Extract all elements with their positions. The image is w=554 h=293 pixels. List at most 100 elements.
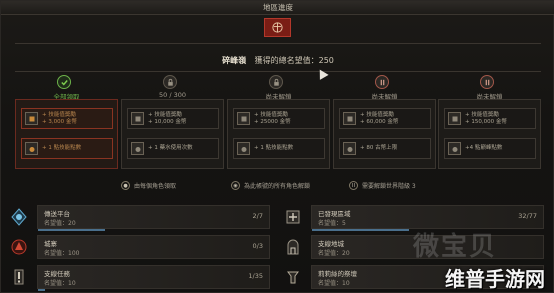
potion-icon — [131, 142, 144, 155]
legend-text: 需要解鎖世界階級 3 — [362, 183, 416, 190]
tier-5[interactable]: 尚未解鎖 + 技能值獎勵 + 150,000 金幣 +4 點巔峰點數 — [438, 75, 541, 169]
tier-reward-box: + 技能值獎勵 + 10,000 金幣 + 1 藥水使用次數 — [121, 99, 224, 169]
lock-icon — [269, 75, 283, 89]
reward-text: + 技能值獎勵 + 25000 金幣 — [254, 111, 291, 125]
region-progress-screen: 地區進度 碎峰嶺 獲得的總名望值：250 全部領取 + 技能值獎勵 + 3,00… — [0, 0, 554, 293]
activity-renown: 名望值：100 — [44, 250, 80, 257]
site-logo: 维普手游网 — [445, 267, 545, 291]
legend-note: ◉ 為此帳號的所有角色解鎖 — [231, 181, 310, 190]
potion-icon — [25, 142, 38, 155]
tier-reward-box: + 技能值獎勵 + 150,000 金幣 +4 點巔峰點數 — [438, 99, 541, 169]
reward-item[interactable]: + 1 點技能點數 — [21, 138, 113, 159]
tier-reward-box: + 技能值獎勵 + 25000 金幣 + 1 點技能點數 — [227, 99, 330, 169]
roman-two-icon: II — [349, 181, 358, 190]
account-icon: ◉ — [231, 181, 240, 190]
character-icon: ● — [121, 181, 130, 190]
potion-icon — [448, 142, 461, 155]
quest-icon — [7, 265, 31, 289]
tier-3[interactable]: 尚未解鎖 + 技能值獎勵 + 25000 金幣 + 1 點技能點數 — [227, 75, 330, 169]
reward-item[interactable]: + 技能值獎勵 + 60,000 金幣 — [339, 108, 431, 129]
reward-item[interactable]: + 技能值獎勵 + 25000 金幣 — [233, 108, 325, 129]
activity-title: 支線地城 — [318, 240, 344, 248]
activity-title: 支線任務 — [44, 270, 70, 278]
renown-tiers: 全部領取 + 技能值獎勵 + 3,000 金幣 + 1 點技能點數 50 / 3… — [15, 75, 541, 169]
reward-text: + 1 點技能點數 — [42, 145, 82, 151]
activity-title: 城寨 — [44, 240, 57, 248]
renown-header: 碎峰嶺 獲得的總名望值：250 — [1, 55, 554, 66]
legend-text: 為此帳號的所有角色解鎖 — [244, 183, 311, 190]
altar-icon — [281, 265, 305, 289]
activity-renown: 名望值：20 — [44, 220, 76, 227]
legend-notes: ● 由每個角色領取 ◉ 為此帳號的所有角色解鎖 II 需要解鎖世界階級 3 — [1, 181, 554, 193]
reward-item[interactable]: + 80 古幣上限 — [339, 138, 431, 159]
activity-row-body: 支線任務 名望值：10 1/35 — [37, 265, 270, 291]
reward-item[interactable]: + 技能值獎勵 + 3,000 金幣 — [21, 108, 113, 129]
activity-renown: 名望值：10 — [44, 280, 76, 287]
activity-row-waypoints[interactable]: 傳送平台 名望值：20 2/7 — [7, 204, 270, 231]
reward-item[interactable]: + 技能值獎勵 + 10,000 金幣 — [127, 108, 219, 129]
activity-count: 32/77 — [518, 212, 537, 220]
tier-status: 50 / 300 — [159, 91, 186, 99]
potion-icon — [237, 142, 250, 155]
reward-text: + 1 藥水使用次數 — [148, 145, 193, 151]
activity-title: 已發現區域 — [318, 210, 351, 218]
tier-2[interactable]: 50 / 300 + 技能值獎勵 + 10,000 金幣 + 1 藥水使用次數 — [121, 75, 224, 169]
tier-reward-box: + 技能值獎勵 + 60,000 金幣 + 80 古幣上限 — [333, 99, 436, 169]
legend-note: ● 由每個角色領取 — [121, 181, 176, 190]
activity-progress-bar — [38, 289, 45, 291]
window-title: 地區進度 — [1, 1, 554, 15]
divider — [15, 71, 541, 72]
activity-renown: 名望值：10 — [318, 280, 350, 287]
lock-icon — [163, 75, 177, 89]
activity-row-body: 傳送平台 名望值：20 2/7 — [37, 205, 270, 231]
dungeon-icon — [7, 235, 31, 259]
activity-renown: 名望值：5 — [318, 220, 346, 227]
activity-row-side-quests[interactable]: 支線任務 名望值：10 1/35 — [7, 264, 270, 291]
check-icon — [57, 75, 71, 89]
legend-note: II 需要解鎖世界階級 3 — [349, 181, 416, 190]
tier-reward-box: + 技能值獎勵 + 3,000 金幣 + 1 點技能點數 — [15, 99, 118, 169]
reward-text: +4 點巔峰點數 — [465, 145, 503, 151]
reward-text: + 技能值獎勵 + 3,000 金幣 — [42, 111, 77, 125]
skill-point-icon — [131, 112, 144, 125]
potion-icon — [343, 142, 356, 155]
activity-count: 2/7 — [252, 212, 263, 220]
waypoint-icon — [7, 205, 31, 229]
legend-text: 由每個角色領取 — [134, 183, 177, 190]
activity-row-body: 城寨 名望值：100 0/3 — [37, 235, 270, 259]
skill-point-icon — [343, 112, 356, 125]
reward-text: + 1 點技能點數 — [254, 145, 294, 151]
activity-list-left: 傳送平台 名望值：20 2/7 城寨 名望值：100 0/3 支線任務 名望值：… — [7, 204, 270, 293]
reward-item[interactable]: + 技能值獎勵 + 150,000 金幣 — [444, 108, 536, 129]
roman-two-icon — [375, 75, 389, 89]
activity-title: 傳送平台 — [44, 210, 70, 218]
region-name: 碎峰嶺 — [222, 56, 247, 65]
activity-row-strongholds[interactable]: 城寨 名望值：100 0/3 — [7, 234, 270, 260]
skill-point-icon — [448, 112, 461, 125]
area-icon — [281, 205, 305, 229]
reward-item[interactable]: + 1 藥水使用次數 — [127, 138, 219, 159]
region-sigil-icon — [272, 22, 283, 33]
skill-point-icon — [25, 112, 38, 125]
stronghold-icon — [281, 235, 305, 259]
roman-two-icon — [480, 75, 494, 89]
reward-text: + 技能值獎勵 + 10,000 金幣 — [148, 111, 187, 125]
activity-count: 1/35 — [248, 272, 263, 280]
renown-total: 獲得的總名望值：250 — [254, 56, 334, 65]
mouse-cursor-icon — [315, 67, 329, 80]
tier-1[interactable]: 全部領取 + 技能值獎勵 + 3,000 金幣 + 1 點技能點數 — [15, 75, 118, 169]
activity-renown: 名望值：20 — [318, 250, 350, 257]
divider — [15, 43, 541, 44]
activity-progress-bar — [38, 229, 105, 231]
reward-text: + 技能值獎勵 + 150,000 金幣 — [465, 111, 507, 125]
reward-text: + 技能值獎勵 + 60,000 金幣 — [360, 111, 399, 125]
tier-4[interactable]: 尚未解鎖 + 技能值獎勵 + 60,000 金幣 + 80 古幣上限 — [333, 75, 436, 169]
region-emblem — [264, 18, 291, 37]
activity-title: 莉莉絲的祭壇 — [318, 270, 357, 278]
skill-point-icon — [237, 112, 250, 125]
reward-item[interactable]: + 1 點技能點數 — [233, 138, 325, 159]
reward-item[interactable]: +4 點巔峰點數 — [444, 138, 536, 159]
watermark-text: 微宝贝 — [413, 232, 498, 262]
activity-count: 0/3 — [252, 242, 263, 250]
reward-text: + 80 古幣上限 — [360, 145, 398, 151]
